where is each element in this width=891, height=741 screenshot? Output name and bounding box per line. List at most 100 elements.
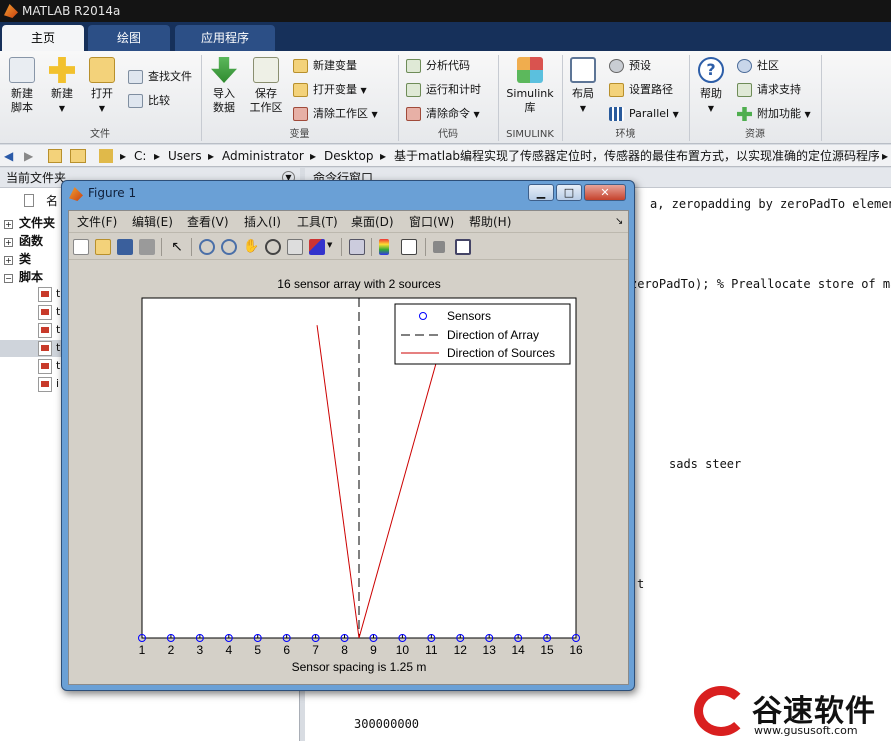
set-path-button[interactable]: 设置路径 xyxy=(609,80,673,100)
list-item[interactable]: t xyxy=(56,287,60,300)
new-figure-icon[interactable] xyxy=(73,239,89,255)
matlab-logo-icon xyxy=(4,4,18,18)
menu-edit[interactable]: 编辑(E) xyxy=(132,211,173,233)
tab-home[interactable]: 主页 xyxy=(2,25,84,51)
request-support-button[interactable]: 请求支持 xyxy=(737,80,801,100)
legend-icon[interactable] xyxy=(401,239,417,255)
close-button[interactable]: ✕ xyxy=(584,184,626,201)
open-variable-button[interactable]: 打开变量 ▼ xyxy=(293,80,367,100)
x-tick-label: 14 xyxy=(511,643,525,657)
preferences-button[interactable]: 预设 xyxy=(609,56,651,76)
find-files-button[interactable]: 查找文件 xyxy=(128,67,192,87)
print-icon[interactable] xyxy=(139,239,155,255)
tab-plots[interactable]: 绘图 xyxy=(88,25,170,51)
help-button[interactable]: ? 帮助 ▼ xyxy=(694,55,728,116)
tree-scripts[interactable]: − 脚本 xyxy=(4,269,43,285)
open-file-icon[interactable] xyxy=(95,239,111,255)
tree-classes[interactable]: + 类 xyxy=(4,251,31,267)
list-item[interactable]: t xyxy=(56,359,60,372)
script-file-icon[interactable] xyxy=(38,287,52,302)
breadcrumb-folder[interactable]: 基于matlab编程实现了传感器定位时，传感器的最佳布置方式，以实现准确的定位源… xyxy=(394,145,879,167)
menu-desktop[interactable]: 桌面(D) xyxy=(351,211,394,233)
title-bar: MATLAB R2014a xyxy=(0,0,891,22)
save-icon[interactable] xyxy=(117,239,133,255)
browse-folder-icon[interactable] xyxy=(70,149,86,163)
menu-view[interactable]: 查看(V) xyxy=(187,211,229,233)
menu-help[interactable]: 帮助(H) xyxy=(469,211,511,233)
save-workspace-button[interactable]: 保存 工作区 xyxy=(246,55,286,115)
script-file-icon[interactable] xyxy=(38,341,52,356)
breadcrumb-desktop[interactable]: Desktop xyxy=(324,145,374,167)
compare-button[interactable]: 比较 xyxy=(128,91,170,111)
expand-icon[interactable]: + xyxy=(4,256,13,265)
list-item[interactable]: t xyxy=(56,323,60,336)
up-folder-icon[interactable] xyxy=(48,149,62,163)
pointer-icon[interactable]: ↖ xyxy=(169,239,185,255)
x-tick-label: 6 xyxy=(283,643,290,657)
colorbar-icon[interactable] xyxy=(379,239,389,255)
plus-icon xyxy=(49,57,75,83)
chevron-down-icon[interactable]: ▼ xyxy=(327,241,332,249)
script-file-icon[interactable] xyxy=(38,323,52,338)
clear-commands-button[interactable]: 清除命令 ▼ xyxy=(406,104,480,124)
open-button[interactable]: 打开 ▼ xyxy=(84,55,120,116)
new-variable-button[interactable]: 新建变量 xyxy=(293,56,357,76)
menu-file[interactable]: 文件(F) xyxy=(77,211,117,233)
breadcrumb-drive[interactable]: C: xyxy=(134,145,146,167)
tree-functions[interactable]: + 函数 xyxy=(4,233,43,249)
breadcrumb-separator: ▸ xyxy=(310,149,317,163)
figure-window[interactable]: Figure 1 ▁ □ ✕ 文件(F) 编辑(E) 查看(V) 插入(I) 工… xyxy=(61,180,635,691)
script-file-icon[interactable] xyxy=(38,377,52,392)
addons-button[interactable]: 附加功能 ▼ xyxy=(737,104,811,124)
menu-insert[interactable]: 插入(I) xyxy=(244,211,281,233)
clear-workspace-button[interactable]: 清除工作区 ▼ xyxy=(293,104,378,124)
plus-icon xyxy=(737,107,752,121)
expand-icon[interactable]: + xyxy=(4,238,13,247)
group-simulink-label: SIMULINK xyxy=(506,129,554,140)
new-button[interactable]: 新建 ▼ xyxy=(44,55,80,116)
eraser-icon xyxy=(406,107,421,121)
plot-area[interactable]: 16 sensor array with 2 sources Sensor spa… xyxy=(69,261,628,681)
minimize-button[interactable]: ▁ xyxy=(528,184,554,201)
menu-tools[interactable]: 工具(T) xyxy=(297,211,338,233)
list-item[interactable]: t xyxy=(56,305,60,318)
import-data-button[interactable]: 导入 数据 xyxy=(206,55,242,115)
zoom-in-icon[interactable] xyxy=(199,239,215,255)
hide-plot-tools-icon[interactable] xyxy=(433,241,445,253)
parallel-button[interactable]: Parallel ▼ xyxy=(609,104,679,124)
simulink-library-button[interactable]: Simulink 库 xyxy=(504,55,556,115)
run-and-time-button[interactable]: 运行和计时 xyxy=(406,80,481,100)
open-variable-icon xyxy=(293,83,308,97)
list-item[interactable]: i xyxy=(56,377,59,390)
rotate-icon[interactable] xyxy=(265,239,281,255)
x-tick-label: 3 xyxy=(197,643,204,657)
expand-icon[interactable]: + xyxy=(4,220,13,229)
pan-hand-icon[interactable]: ✋ xyxy=(243,239,259,255)
new-script-button[interactable]: 新建 脚本 xyxy=(4,55,40,115)
dock-arrow-icon[interactable]: ↘ xyxy=(615,211,623,233)
analyze-code-button[interactable]: 分析代码 xyxy=(406,56,470,76)
community-button[interactable]: 社区 xyxy=(737,56,779,76)
tab-apps[interactable]: 应用程序 xyxy=(175,25,275,51)
community-icon xyxy=(737,59,752,73)
data-cursor-icon[interactable] xyxy=(287,239,303,255)
script-file-icon[interactable] xyxy=(38,359,52,374)
list-item[interactable]: t xyxy=(56,341,60,354)
show-plot-tools-icon[interactable] xyxy=(455,239,471,255)
collapse-icon[interactable]: − xyxy=(4,274,13,283)
script-file-icon[interactable] xyxy=(38,305,52,320)
zoom-out-icon[interactable] xyxy=(221,239,237,255)
column-name-header[interactable]: 名 xyxy=(46,192,58,209)
brush-icon[interactable] xyxy=(309,239,325,255)
x-tick-label: 2 xyxy=(168,643,175,657)
link-plot-icon[interactable] xyxy=(349,239,365,255)
breadcrumb-administrator[interactable]: Administrator xyxy=(222,145,304,167)
tree-folders[interactable]: + 文件夹 xyxy=(4,215,55,231)
maximize-button[interactable]: □ xyxy=(556,184,582,201)
forward-arrow-icon[interactable]: ▶ xyxy=(24,145,33,167)
menu-window[interactable]: 窗口(W) xyxy=(409,211,454,233)
breadcrumb-users[interactable]: Users xyxy=(168,145,202,167)
back-arrow-icon[interactable]: ◀ xyxy=(4,145,13,167)
layout-button[interactable]: 布局 ▼ xyxy=(566,55,600,116)
chevron-down-icon: ▼ xyxy=(672,110,679,119)
